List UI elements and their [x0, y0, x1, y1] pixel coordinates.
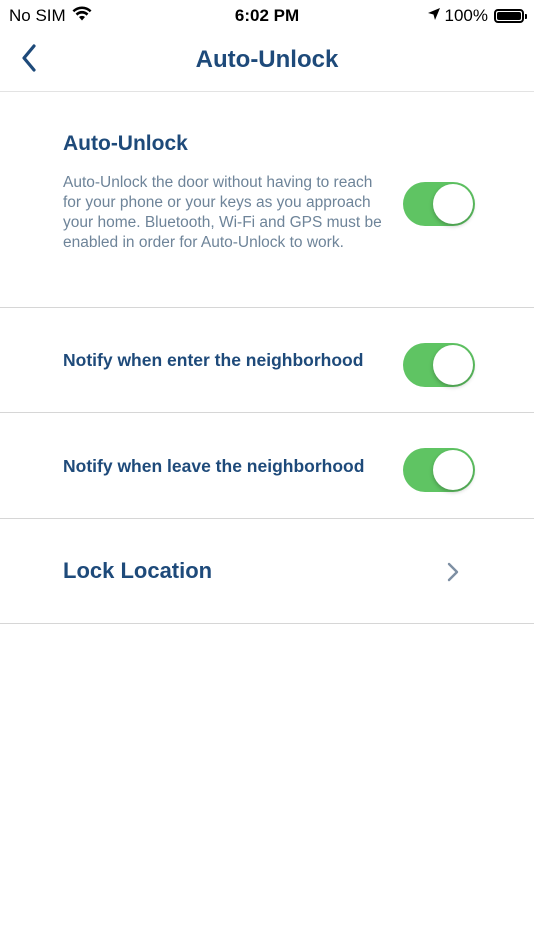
status-right: 100% — [427, 6, 527, 26]
notify-leave-label: Notify when leave the neighborhood — [63, 456, 365, 476]
battery-icon — [494, 9, 527, 23]
toggle-knob — [433, 345, 473, 385]
notify-enter-toggle[interactable] — [403, 343, 475, 387]
lock-location-label: Lock Location — [63, 558, 213, 583]
toggle-knob — [433, 450, 473, 490]
notify-leave-toggle[interactable] — [403, 448, 475, 492]
auto-unlock-description: Auto-Unlock the door without having to r… — [63, 174, 382, 251]
location-arrow-icon — [427, 6, 441, 26]
battery-percent: 100% — [444, 6, 488, 25]
auto-unlock-row: Auto-Unlock Auto-Unlock the door without… — [0, 92, 534, 308]
notify-enter-label: Notify when enter the neighborhood — [63, 350, 364, 370]
auto-unlock-title: Auto-Unlock — [63, 132, 188, 155]
status-bar: No SIM 6:02 PM 100% — [0, 0, 534, 32]
notify-enter-row: Notify when enter the neighborhood — [0, 308, 534, 413]
page-title: Auto-Unlock — [195, 46, 339, 73]
lock-location-row[interactable]: Lock Location — [0, 519, 534, 624]
navigation-bar: Auto-Unlock — [0, 32, 534, 92]
notify-leave-row: Notify when leave the neighborhood — [0, 413, 534, 519]
auto-unlock-toggle[interactable] — [403, 182, 475, 226]
toggle-knob — [433, 184, 473, 224]
chevron-right-icon — [447, 562, 459, 582]
